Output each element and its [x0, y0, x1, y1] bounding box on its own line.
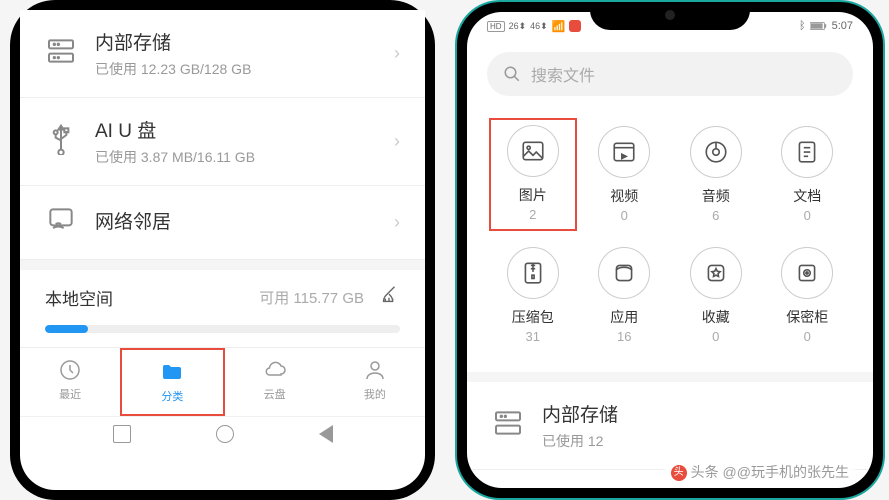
tab-label: 我的 — [364, 386, 386, 402]
search-icon — [503, 65, 521, 83]
storage-subtitle: 已使用 12 — [542, 431, 848, 451]
category-count: 0 — [712, 329, 719, 344]
category-count: 6 — [712, 208, 719, 223]
storage-title: AI U 盘 — [95, 116, 394, 143]
cloud-icon — [263, 358, 287, 382]
category-safe[interactable]: 保密柜 0 — [764, 239, 852, 352]
storage-title: 网络邻居 — [95, 207, 394, 234]
bluetooth-icon: ᛒ — [799, 20, 806, 32]
tab-label: 最近 — [59, 386, 81, 402]
category-count: 16 — [617, 329, 631, 344]
local-space-label: 本地空间 — [45, 285, 113, 310]
search-input[interactable]: 搜索文件 — [487, 52, 853, 96]
screen-left: 内部存储 已使用 12.23 GB/128 GB › AI U 盘 已使用 3.… — [20, 10, 425, 490]
server-icon — [492, 407, 524, 444]
storage-internal-right[interactable]: 内部存储 已使用 12 — [467, 372, 873, 470]
notch — [590, 2, 750, 30]
network-icon — [45, 204, 77, 241]
system-nav — [20, 416, 425, 451]
usb-icon — [45, 123, 77, 160]
tab-label: 分类 — [161, 388, 183, 404]
storage-subtitle: 已使用 3.87 MB/16.11 GB — [95, 147, 394, 167]
status-time: 5:07 — [832, 20, 853, 32]
category-label: 视频 — [610, 186, 638, 206]
audio-icon — [690, 126, 742, 178]
phone-left: 内部存储 已使用 12.23 GB/128 GB › AI U 盘 已使用 3.… — [10, 0, 435, 500]
category-label: 保密柜 — [786, 307, 828, 327]
nav-recent-button[interactable] — [113, 425, 131, 443]
category-label: 文档 — [793, 186, 821, 206]
category-label: 应用 — [610, 307, 638, 327]
category-documents[interactable]: 文档 0 — [764, 118, 852, 231]
folder-icon — [160, 360, 184, 384]
category-favorites[interactable]: 收藏 0 — [672, 239, 760, 352]
person-icon — [363, 358, 387, 382]
bottom-tabs: 最近 分类 云盘 我的 — [20, 347, 425, 416]
category-count: 2 — [529, 207, 536, 222]
chevron-right-icon: › — [394, 212, 400, 233]
image-icon — [507, 125, 559, 177]
category-count: 0 — [621, 208, 628, 223]
category-archives[interactable]: 压缩包 31 — [489, 239, 577, 352]
category-label: 压缩包 — [512, 307, 554, 327]
tab-mine[interactable]: 我的 — [325, 348, 425, 416]
nav-back-button[interactable] — [319, 425, 333, 443]
storage-usb[interactable]: AI U 盘 已使用 3.87 MB/16.11 GB › — [20, 98, 425, 186]
phone-right: HD 26⬍ 46⬍ 📶 ᛒ 5:07 搜索文件 图片 2 — [455, 0, 885, 500]
category-label: 收藏 — [702, 307, 730, 327]
category-label: 音频 — [702, 186, 730, 206]
storage-internal[interactable]: 内部存储 已使用 12.23 GB/128 GB › — [20, 10, 425, 98]
local-space-available: 可用 115.77 GB — [259, 287, 364, 308]
zip-icon — [507, 247, 559, 299]
tab-recent[interactable]: 最近 — [20, 348, 120, 416]
status-right: ᛒ 5:07 — [799, 20, 853, 32]
tab-categories[interactable]: 分类 — [120, 348, 224, 416]
chevron-right-icon: › — [394, 131, 400, 152]
tab-cloud[interactable]: 云盘 — [225, 348, 325, 416]
chevron-right-icon: › — [394, 43, 400, 64]
search-placeholder: 搜索文件 — [531, 62, 595, 86]
clock-icon — [58, 358, 82, 382]
notification-dot — [569, 20, 581, 32]
server-icon — [45, 35, 77, 72]
category-grid: 图片 2 视频 0 音频 6 文档 0 压缩包 31 — [467, 108, 873, 372]
tab-label: 云盘 — [264, 386, 286, 402]
storage-list: 内部存储 已使用 12.23 GB/128 GB › AI U 盘 已使用 3.… — [20, 10, 425, 260]
favorite-icon — [690, 247, 742, 299]
category-images[interactable]: 图片 2 — [489, 118, 577, 231]
category-audio[interactable]: 音频 6 — [672, 118, 760, 231]
category-count: 31 — [526, 329, 540, 344]
watermark: 头头条 @@玩手机的张先生 — [665, 460, 855, 484]
battery-icon — [810, 21, 828, 31]
storage-title: 内部存储 — [542, 400, 848, 427]
status-left: HD 26⬍ 46⬍ 📶 — [487, 20, 581, 33]
wifi-icon: 📶 — [552, 20, 566, 33]
storage-progress-fill — [45, 325, 88, 333]
storage-network[interactable]: 网络邻居 › — [20, 186, 425, 260]
cleanup-icon[interactable] — [378, 284, 400, 311]
video-icon — [598, 126, 650, 178]
category-apps[interactable]: 应用 16 — [581, 239, 669, 352]
category-videos[interactable]: 视频 0 — [581, 118, 669, 231]
nav-home-button[interactable] — [216, 425, 234, 443]
storage-progress — [45, 325, 400, 333]
storage-subtitle: 已使用 12.23 GB/128 GB — [95, 59, 394, 79]
category-count: 0 — [804, 329, 811, 344]
document-icon — [781, 126, 833, 178]
category-label: 图片 — [519, 185, 547, 205]
storage-title: 内部存储 — [95, 28, 394, 55]
screen-right: HD 26⬍ 46⬍ 📶 ᛒ 5:07 搜索文件 图片 2 — [467, 12, 873, 488]
category-count: 0 — [804, 208, 811, 223]
safe-icon — [781, 247, 833, 299]
local-space-row[interactable]: 本地空间 可用 115.77 GB — [20, 260, 425, 321]
app-icon — [598, 247, 650, 299]
